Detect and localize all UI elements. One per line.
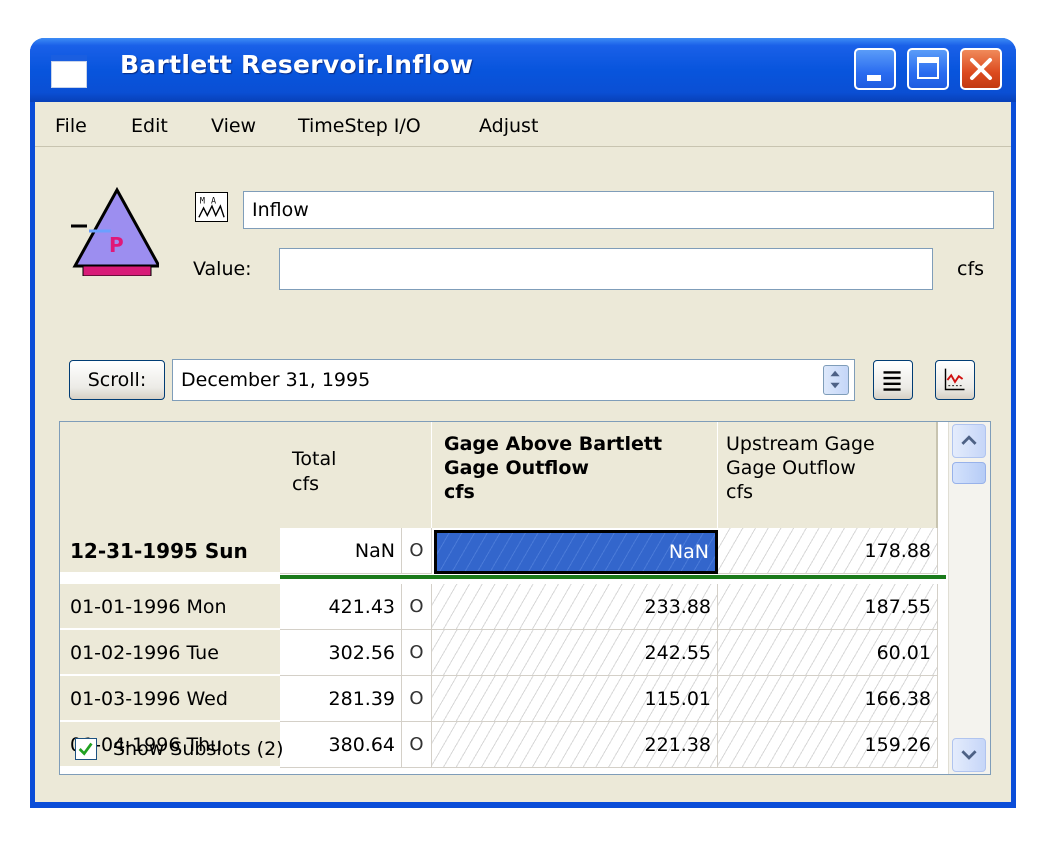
column-header-line: cfs bbox=[444, 481, 475, 503]
bartlett-cell[interactable]: 115.01 bbox=[432, 676, 718, 722]
series-slot-icon: M A bbox=[195, 192, 228, 222]
slot-name-field[interactable]: Inflow bbox=[243, 191, 994, 229]
reservoir-icon: P bbox=[71, 186, 159, 276]
row-header-corner bbox=[60, 422, 280, 528]
title-bar[interactable]: Bartlett Reservoir.Inflow bbox=[30, 38, 1016, 102]
value-input[interactable] bbox=[279, 248, 933, 290]
column-header-line: Upstream Gage bbox=[726, 433, 875, 455]
menu-edit[interactable]: Edit bbox=[131, 115, 168, 137]
minimize-button[interactable] bbox=[854, 48, 896, 90]
value-unit: cfs bbox=[957, 258, 985, 280]
checkmark-icon bbox=[78, 742, 93, 756]
column-header-bartlett[interactable]: Gage Above Bartlett Gage Outflow cfs bbox=[432, 422, 718, 528]
close-icon bbox=[970, 58, 992, 80]
menu-adjust[interactable]: Adjust bbox=[479, 115, 538, 137]
upstream-cell[interactable]: 187.55 bbox=[718, 584, 938, 630]
column-header-line: cfs bbox=[726, 481, 754, 503]
chevron-up-icon bbox=[961, 435, 977, 445]
selected-cell[interactable]: NaN bbox=[434, 530, 718, 574]
slot-dialog-window: Bartlett Reservoir.Inflow File Edit View… bbox=[30, 38, 1016, 808]
menu-timestep-io[interactable]: TimeStep I/O bbox=[298, 115, 421, 137]
total-cell[interactable]: NaN bbox=[280, 528, 402, 574]
flag-cell: O bbox=[402, 676, 432, 722]
row-date-label[interactable]: 01-02-1996 Tue bbox=[60, 630, 280, 676]
row-date-label[interactable]: 01-03-1996 Wed bbox=[60, 676, 280, 722]
plot-icon bbox=[944, 368, 965, 391]
upstream-cell[interactable]: 60.01 bbox=[718, 630, 938, 676]
value-label: Value: bbox=[193, 258, 252, 280]
list-icon bbox=[883, 371, 901, 391]
maximize-button[interactable] bbox=[907, 48, 949, 90]
column-header-line: Total bbox=[292, 448, 337, 470]
column-header-line: Gage Outflow bbox=[444, 457, 589, 479]
total-cell[interactable]: 380.64 bbox=[280, 722, 402, 768]
column-header-line: Gage Outflow bbox=[726, 457, 856, 479]
date-spinner[interactable] bbox=[823, 365, 849, 395]
scroll-date-field[interactable]: December 31, 1995 bbox=[172, 359, 855, 401]
window-icon bbox=[51, 55, 87, 88]
plot-button[interactable] bbox=[935, 360, 975, 400]
show-subslots-checkbox[interactable] bbox=[75, 738, 97, 760]
flag-cell: O bbox=[402, 722, 432, 768]
svg-text:P: P bbox=[109, 233, 124, 257]
spin-arrows-icon bbox=[830, 370, 840, 389]
scroll-button[interactable]: Scroll: bbox=[69, 360, 165, 400]
total-cell[interactable]: 421.43 bbox=[280, 584, 402, 630]
bartlett-cell[interactable]: 242.55 bbox=[432, 630, 718, 676]
column-header-line: cfs bbox=[292, 473, 320, 495]
total-cell[interactable]: 302.56 bbox=[280, 630, 402, 676]
upstream-cell[interactable]: 166.38 bbox=[718, 676, 938, 722]
window-title: Bartlett Reservoir.Inflow bbox=[120, 50, 474, 79]
show-subslots-label[interactable]: Show Subslots (2) bbox=[113, 738, 284, 760]
close-button[interactable] bbox=[960, 48, 1002, 90]
menu-view[interactable]: View bbox=[211, 115, 256, 137]
flag-cell: O bbox=[402, 528, 432, 574]
column-header-line: Gage Above Bartlett bbox=[444, 433, 663, 455]
chevron-down-icon bbox=[961, 750, 977, 760]
table-view-button[interactable] bbox=[873, 360, 913, 400]
upstream-cell[interactable]: 159.26 bbox=[718, 722, 938, 768]
vertical-scrollbar[interactable] bbox=[948, 422, 990, 774]
flag-cell: O bbox=[402, 630, 432, 676]
menu-file[interactable]: File bbox=[55, 115, 87, 137]
column-header-upstream[interactable]: Upstream Gage Gage Outflow cfs bbox=[718, 422, 938, 528]
scroll-down-button[interactable] bbox=[952, 738, 986, 772]
bartlett-cell[interactable]: 221.38 bbox=[432, 722, 718, 768]
upstream-cell[interactable]: 178.88 bbox=[718, 528, 938, 574]
row-date-label[interactable]: 12-31-1995 Sun bbox=[60, 528, 280, 574]
menu-bar: File Edit View TimeStep I/O Adjust bbox=[35, 102, 1011, 147]
svg-text:A: A bbox=[211, 195, 216, 205]
maximize-icon bbox=[917, 57, 939, 79]
total-cell[interactable]: 281.39 bbox=[280, 676, 402, 722]
flag-cell: O bbox=[402, 584, 432, 630]
column-header-total[interactable]: Total cfs bbox=[280, 422, 432, 528]
svg-text:M: M bbox=[200, 195, 205, 205]
row-date-label[interactable]: 01-01-1996 Mon bbox=[60, 584, 280, 630]
scroll-up-button[interactable] bbox=[952, 424, 986, 458]
window-client-area: File Edit View TimeStep I/O Adjust P M A… bbox=[35, 102, 1011, 802]
minimize-icon bbox=[867, 75, 881, 81]
current-timestep-line bbox=[280, 575, 946, 579]
slot-data-table: Total cfs Gage Above Bartlett Gage Outfl… bbox=[59, 421, 991, 775]
scrollbar-thumb[interactable] bbox=[952, 462, 986, 484]
bartlett-cell[interactable]: 233.88 bbox=[432, 584, 718, 630]
